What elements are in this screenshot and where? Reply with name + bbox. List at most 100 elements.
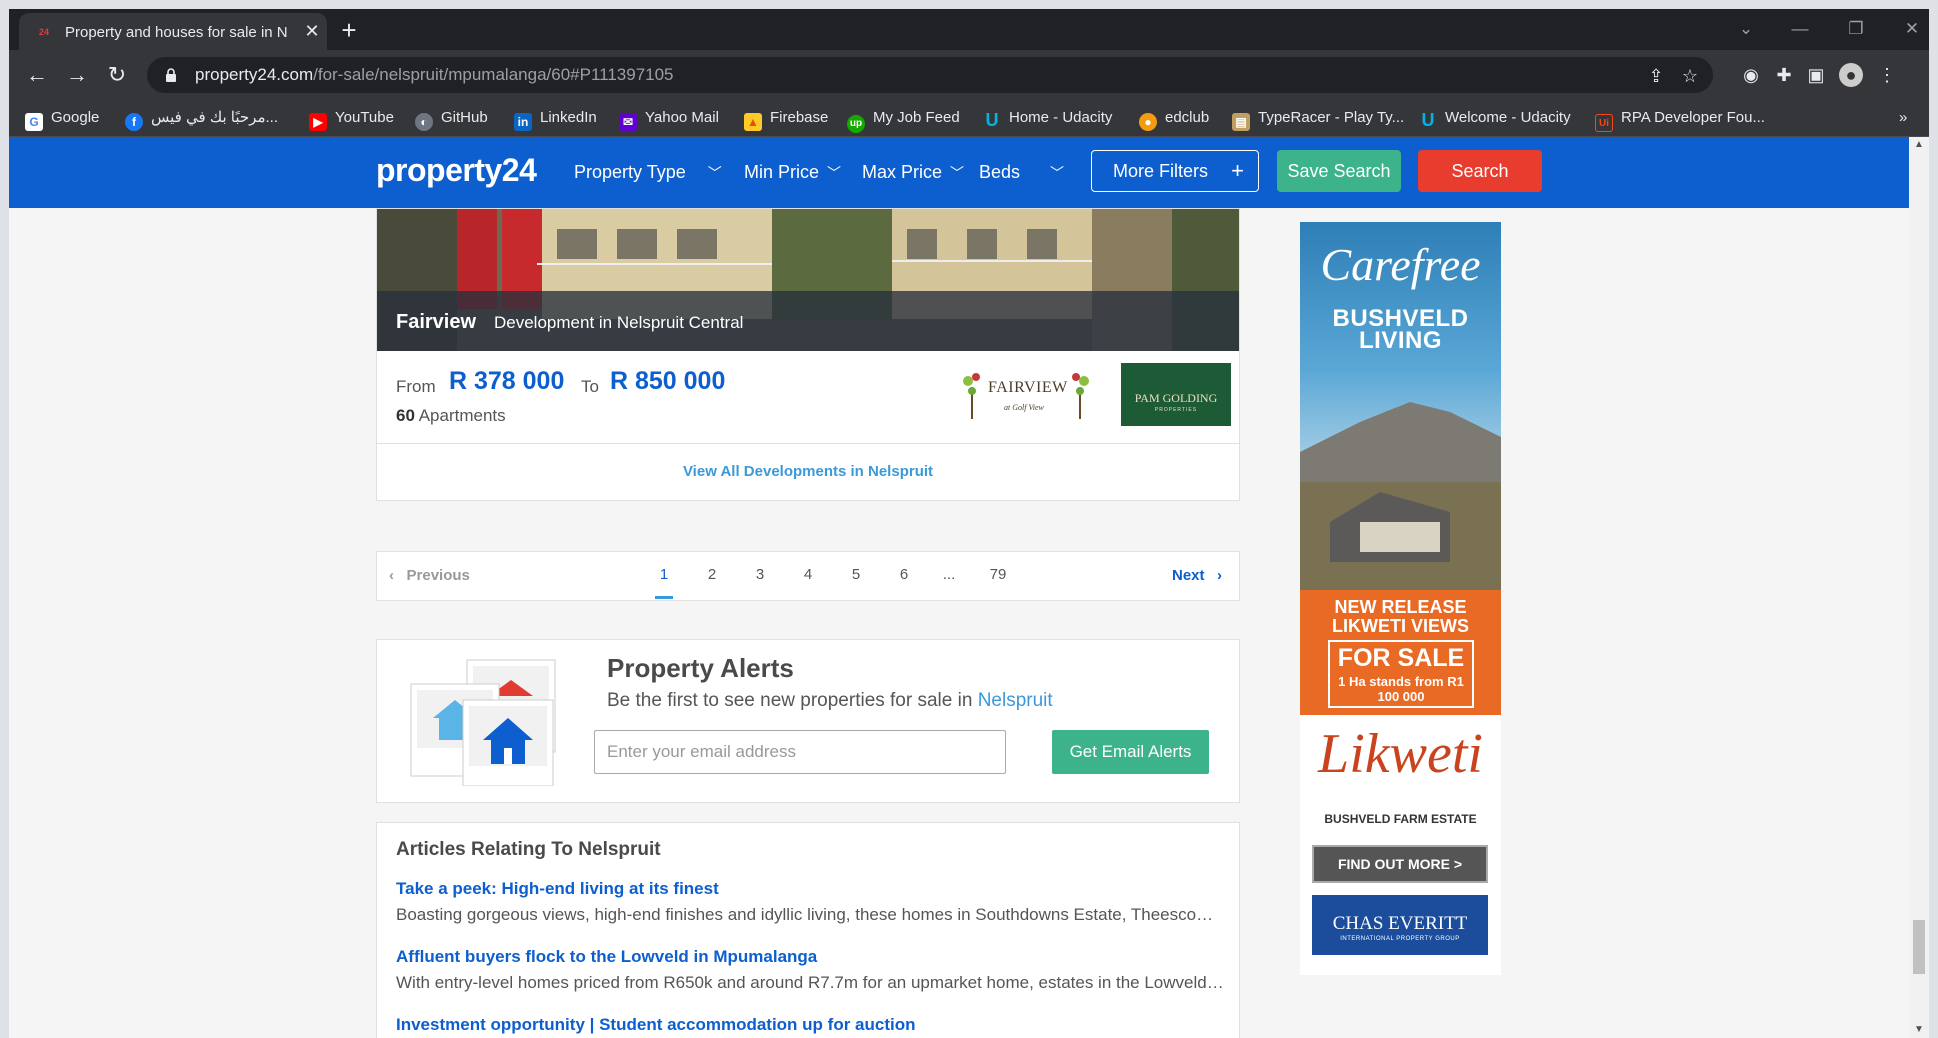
minimize-button[interactable]: —	[1785, 17, 1815, 41]
article-title-link[interactable]: Take a peek: High-end living at its fine…	[396, 879, 719, 899]
articles-panel: Articles Relating To Nelspruit Take a pe…	[376, 822, 1240, 1038]
property-type-dropdown[interactable]: Property Type ﹀	[574, 158, 722, 187]
ad-script-title: Carefree	[1320, 239, 1481, 290]
page-ellipsis: ...	[942, 566, 956, 583]
extension-icon[interactable]: ◉	[1739, 63, 1763, 87]
reload-icon[interactable]: ↻	[102, 60, 132, 90]
bookmark-yahoo-mail[interactable]: ✉ Yahoo Mail	[619, 106, 719, 131]
min-price-dropdown[interactable]: Min Price ﹀	[744, 158, 841, 187]
development-photo: Fairview Development in Nelspruit Centra…	[377, 209, 1239, 351]
search-button[interactable]: Search	[1418, 150, 1542, 192]
nav-label: Property Type	[574, 162, 686, 182]
upwork-icon: up	[847, 115, 865, 133]
page-link[interactable]: 3	[748, 566, 772, 583]
units-summary: 60 Apartments	[396, 406, 506, 426]
profile-avatar[interactable]: ●	[1839, 63, 1863, 87]
bookmarks-bar: G Google f مرحبًا بك في فيس... ▶ YouTube ◐ G…	[9, 99, 1929, 137]
firebase-icon: ▲	[744, 113, 762, 131]
bookmark-rpa-developer[interactable]: Ui RPA Developer Fou...	[1595, 106, 1765, 132]
ad-headline: BUSHVELD LIVING	[1332, 305, 1469, 354]
bookmark-github[interactable]: ◐ GitHub	[415, 106, 488, 131]
bookmark-label: YouTube	[335, 109, 394, 126]
beds-dropdown[interactable]: Beds ﹀	[979, 158, 1064, 187]
email-input[interactable]	[594, 730, 1006, 774]
ad-offer-block: NEW RELEASE LIKWETI VIEWS FOR SALE 1 Ha …	[1300, 590, 1501, 715]
share-icon[interactable]: ⇪	[1645, 65, 1667, 87]
chevron-down-icon: ﹀	[827, 165, 842, 181]
article-description: Boasting gorgeous views, high-end finish…	[396, 905, 1226, 924]
page-link[interactable]: 6	[892, 566, 916, 583]
page-link[interactable]: 79	[986, 566, 1010, 583]
more-bookmarks-icon[interactable]: »	[1899, 106, 1907, 130]
tab-search-icon[interactable]: ⌄	[1731, 17, 1761, 41]
uipath-icon: Ui	[1595, 114, 1613, 132]
ad-agency: CHAS EVERITT	[1332, 913, 1468, 934]
udacity-icon: U	[1421, 110, 1435, 130]
bookmark-firebase[interactable]: ▲ Firebase	[744, 106, 828, 131]
view-all-developments-link[interactable]: View All Developments in Nelspruit	[377, 463, 1239, 480]
chevron-left-icon: ‹	[389, 567, 394, 584]
bookmark-welcome-udacity[interactable]: U Welcome - Udacity	[1419, 106, 1571, 130]
bookmark-home-udacity[interactable]: U Home - Udacity	[983, 106, 1113, 130]
development-card[interactable]: Fairview Development in Nelspruit Centra…	[376, 208, 1240, 501]
bookmark-google[interactable]: G Google	[25, 106, 99, 131]
address-bar[interactable]: property24.com/for-sale/nelspruit/mpumal…	[147, 57, 1713, 93]
development-caption: Fairview Development in Nelspruit Centra…	[377, 291, 1239, 351]
scroll-down-arrow-icon[interactable]: ▼	[1909, 1022, 1929, 1038]
bookmark-linkedin[interactable]: in LinkedIn	[514, 106, 597, 131]
ad-find-out-more-button[interactable]: FIND OUT MORE >	[1312, 845, 1488, 883]
bookmark-facebook[interactable]: f مرحبًا بك في فيس...	[125, 106, 278, 131]
close-tab-icon[interactable]: ✕	[302, 21, 322, 41]
max-price-dropdown[interactable]: Max Price ﹀	[862, 158, 964, 187]
pagination: ‹ Previous 1 2 3 4 5 6 ... 79 Next ›	[376, 551, 1240, 601]
next-page-button[interactable]: Next ›	[1172, 567, 1222, 584]
yahoo-mail-icon: ✉	[619, 113, 637, 131]
current-page-indicator	[655, 596, 673, 599]
bookmark-label: Welcome - Udacity	[1445, 109, 1571, 126]
new-tab-button[interactable]: +	[335, 17, 363, 45]
chevron-down-icon: ﹀	[1050, 165, 1065, 181]
close-window-button[interactable]: ✕	[1897, 17, 1927, 41]
article-title-link[interactable]: Investment opportunity | Student accommo…	[396, 1015, 916, 1035]
page-scrollbar[interactable]: ▲ ▼	[1909, 137, 1929, 1038]
scroll-up-arrow-icon[interactable]: ▲	[1909, 137, 1929, 153]
bookmark-star-icon[interactable]: ☆	[1679, 65, 1701, 87]
pam-golding-logo-sub: PROPERTIES	[1154, 407, 1198, 413]
previous-label: Previous	[406, 567, 470, 584]
side-panel-icon[interactable]: ▣	[1804, 63, 1828, 87]
save-search-button[interactable]: Save Search	[1277, 150, 1401, 192]
chevron-down-icon: ﹀	[950, 165, 965, 181]
advertisement-banner[interactable]: Carefree BUSHVELD LIVING NEW RELEASE LIK…	[1300, 222, 1501, 975]
scroll-thumb[interactable]	[1913, 920, 1925, 974]
bookmark-label: LinkedIn	[540, 109, 597, 126]
bookmark-youtube[interactable]: ▶ YouTube	[309, 106, 394, 131]
restore-button[interactable]: ❐	[1841, 17, 1871, 41]
chevron-right-icon: ›	[1217, 567, 1223, 584]
bookmark-my-job-feed[interactable]: up My Job Feed	[847, 106, 960, 133]
puzzle-extensions-icon[interactable]: ✚	[1772, 63, 1796, 87]
development-name[interactable]: Fairview	[396, 311, 476, 334]
browser-window: 24 Property and houses for sale in N ✕ +…	[9, 9, 1929, 1038]
page-link[interactable]: 4	[796, 566, 820, 583]
forward-arrow-icon[interactable]: →	[62, 60, 92, 90]
more-filters-button[interactable]: More Filters +	[1091, 150, 1259, 192]
fairview-logo-text: FAIRVIEW	[988, 379, 1068, 396]
ad-landscape-image: Carefree BUSHVELD LIVING	[1300, 222, 1501, 590]
pam-golding-logo-text: PAM GOLDING	[1134, 391, 1218, 405]
property24-logo[interactable]: property24	[376, 152, 537, 189]
get-email-alerts-button[interactable]: Get Email Alerts	[1052, 730, 1209, 774]
ad-for-sale: FOR SALE	[1337, 644, 1465, 672]
back-arrow-icon[interactable]: ←	[22, 60, 52, 90]
url-host: property24.com	[195, 65, 314, 84]
page-link[interactable]: 5	[844, 566, 868, 583]
page-link[interactable]: 1	[652, 566, 676, 583]
bookmark-typeracer[interactable]: ▤ TypeRacer - Play Ty...	[1232, 106, 1404, 131]
price-to: R 850 000	[610, 367, 726, 395]
divider	[377, 443, 1239, 444]
menu-dots-icon[interactable]: ⋮	[1875, 63, 1899, 87]
page-link[interactable]: 2	[700, 566, 724, 583]
previous-page-button[interactable]: ‹ Previous	[389, 567, 470, 584]
article-title-link[interactable]: Affluent buyers flock to the Lowveld in …	[396, 947, 817, 967]
browser-tab[interactable]: 24 Property and houses for sale in N ✕	[19, 13, 327, 50]
bookmark-edclub[interactable]: ● edclub	[1139, 106, 1209, 131]
